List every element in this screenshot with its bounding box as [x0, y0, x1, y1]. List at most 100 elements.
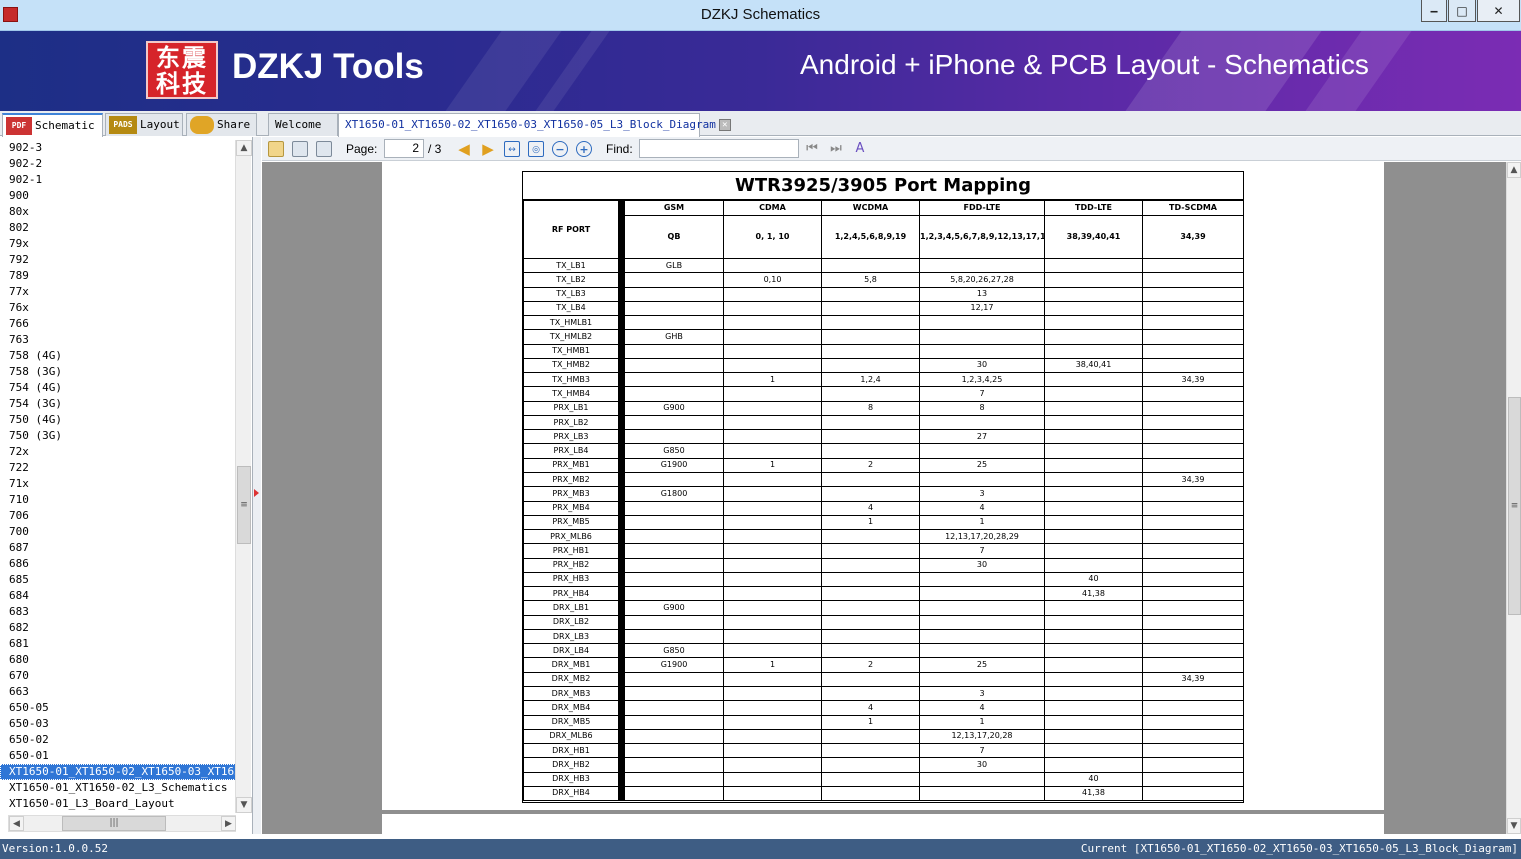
file-list-item[interactable]: 686	[0, 556, 236, 572]
file-list-item[interactable]: XT1650-01_XT1650-02_XT1650-03_XT1650-05_…	[0, 764, 236, 780]
cell-cdma	[723, 714, 822, 730]
file-list-item[interactable]: 687	[0, 540, 236, 556]
cell-wcdma	[821, 443, 920, 459]
table-row: DRX_HB4 41,38	[523, 785, 1244, 802]
header-fdd-lte: FDD-LTE	[919, 200, 1045, 216]
file-list-item[interactable]: 722	[0, 460, 236, 476]
file-list-item[interactable]: 758 (4G)	[0, 348, 236, 364]
find-previous-icon[interactable]: ⏮	[804, 141, 820, 157]
next-page-icon[interactable]: ▶	[480, 141, 496, 157]
file-list-item[interactable]: 684	[0, 588, 236, 604]
file-list-item[interactable]: 77x	[0, 284, 236, 300]
file-list-item[interactable]: 763	[0, 332, 236, 348]
page-number-input[interactable]: 2	[384, 139, 424, 158]
table-row: PRX_HB2 30	[523, 557, 1244, 573]
sidebar-scroll-thumb[interactable]: ≡	[237, 466, 251, 544]
file-list-item[interactable]: 902-2	[0, 156, 236, 172]
sidebar-vertical-scrollbar[interactable]: ▲ ≡ ▼	[235, 140, 252, 813]
file-list-item[interactable]: 902-3	[0, 140, 236, 156]
file-list-item[interactable]: 789	[0, 268, 236, 284]
find-input[interactable]	[639, 139, 799, 158]
fit-width-icon[interactable]: ↔	[504, 141, 520, 157]
file-list-item[interactable]: 650-03	[0, 716, 236, 732]
tab-layout[interactable]: PADS Layout	[105, 113, 183, 136]
cell-wcdma	[821, 471, 920, 488]
viewer-scroll-up-icon[interactable]: ▲	[1507, 162, 1521, 178]
cell-td-scdma	[1142, 514, 1244, 531]
prev-page-icon[interactable]: ◀	[456, 141, 472, 157]
file-list-item[interactable]: 650-05	[0, 700, 236, 716]
highlight-text-icon[interactable]: A	[852, 141, 868, 157]
panel-splitter[interactable]	[253, 137, 261, 834]
fit-page-icon[interactable]: ◎	[528, 141, 544, 157]
tab-welcome[interactable]: Welcome	[268, 113, 338, 136]
banner-tagline: Android + iPhone & PCB Layout - Schemati…	[800, 49, 1369, 80]
tab-share[interactable]: Share	[186, 113, 257, 136]
file-list-item[interactable]: 750 (3G)	[0, 428, 236, 444]
file-list-item[interactable]: 766	[0, 316, 236, 332]
file-list-item[interactable]: 681	[0, 636, 236, 652]
tab-schematic[interactable]: PDF Schematic	[2, 113, 103, 137]
open-icon[interactable]	[268, 141, 284, 157]
cell-tdd-lte	[1044, 343, 1143, 359]
file-list-item[interactable]: XT1650-01_XT1650-02_L3_Schematics	[0, 780, 236, 796]
cell-tdd-lte	[1044, 557, 1143, 573]
cell-td-scdma	[1142, 443, 1244, 459]
file-list-item[interactable]: 758 (3G)	[0, 364, 236, 380]
cell-wcdma	[821, 628, 920, 645]
scroll-up-icon[interactable]: ▲	[236, 140, 252, 156]
file-list-item[interactable]: 754 (3G)	[0, 396, 236, 412]
sidebar-horizontal-scrollbar[interactable]: ◀ ||| ▶	[8, 815, 236, 832]
tab-block-diagram[interactable]: XT1650-01_XT1650-02_XT1650-03_XT1650-05_…	[338, 113, 731, 137]
cell-wcdma: 8	[821, 400, 920, 416]
minimize-button[interactable]: ‒	[1421, 0, 1447, 22]
file-list-item[interactable]: 792	[0, 252, 236, 268]
file-list-item[interactable]: 79x	[0, 236, 236, 252]
file-list-item[interactable]: 650-01	[0, 748, 236, 764]
file-list-item[interactable]: 900	[0, 188, 236, 204]
file-list-item[interactable]: 902-1	[0, 172, 236, 188]
scroll-down-icon[interactable]: ▼	[236, 797, 252, 813]
pages-icon[interactable]	[316, 141, 332, 157]
file-list-item[interactable]: 72x	[0, 444, 236, 460]
cell-wcdma	[821, 414, 920, 431]
file-list-item[interactable]: 76x	[0, 300, 236, 316]
file-list-item[interactable]: 80x	[0, 204, 236, 220]
find-label: Find:	[606, 142, 633, 156]
close-tab-icon[interactable]: ✕	[718, 119, 731, 131]
viewer-scroll-thumb[interactable]: ≡	[1508, 397, 1521, 615]
file-list-item[interactable]: 710	[0, 492, 236, 508]
document-viewer[interactable]: WTR3925/3905 Port Mapping RF PORT GSM CD…	[262, 162, 1506, 834]
viewer-vertical-scrollbar[interactable]: ▲ ≡ ▼	[1506, 162, 1521, 834]
maximize-button[interactable]: □	[1448, 0, 1476, 22]
file-list-item[interactable]: 750 (4G)	[0, 412, 236, 428]
zoom-in-icon[interactable]: +	[576, 141, 592, 157]
file-list-item[interactable]: 802	[0, 220, 236, 236]
file-list-item[interactable]: 650-02	[0, 732, 236, 748]
cell-fdd-lte: 25	[919, 457, 1045, 473]
cell-gsm	[618, 628, 724, 645]
file-list-item[interactable]: XT1650-01_L3_Board_Layout	[0, 796, 236, 812]
file-list-item[interactable]: 700	[0, 524, 236, 540]
file-list-item[interactable]: 682	[0, 620, 236, 636]
file-list-item[interactable]: 71x	[0, 476, 236, 492]
file-list-item[interactable]: 670	[0, 668, 236, 684]
file-list[interactable]: 902-3 902-2 902-1 900 80x 802 79x 792 789 77x 76x 7…	[0, 140, 236, 812]
file-list-item[interactable]: 683	[0, 604, 236, 620]
cell-cdma	[723, 685, 822, 702]
zoom-out-icon[interactable]: −	[552, 141, 568, 157]
file-list-item[interactable]: 663	[0, 684, 236, 700]
find-next-icon[interactable]: ⏭	[828, 141, 844, 157]
scroll-right-icon[interactable]: ▶	[221, 816, 236, 831]
collapse-arrow-icon[interactable]	[254, 489, 259, 497]
close-button[interactable]: ✕	[1477, 0, 1520, 22]
viewer-scroll-down-icon[interactable]: ▼	[1507, 818, 1521, 834]
file-list-item[interactable]: 680	[0, 652, 236, 668]
copy-page-icon[interactable]	[292, 141, 308, 157]
scroll-left-icon[interactable]: ◀	[9, 816, 24, 831]
file-list-item[interactable]: 754 (4G)	[0, 380, 236, 396]
file-list-item[interactable]: 685	[0, 572, 236, 588]
file-list-item[interactable]: 706	[0, 508, 236, 524]
sidebar-hscroll-thumb[interactable]: |||	[62, 816, 166, 831]
cell-td-scdma	[1142, 329, 1244, 345]
